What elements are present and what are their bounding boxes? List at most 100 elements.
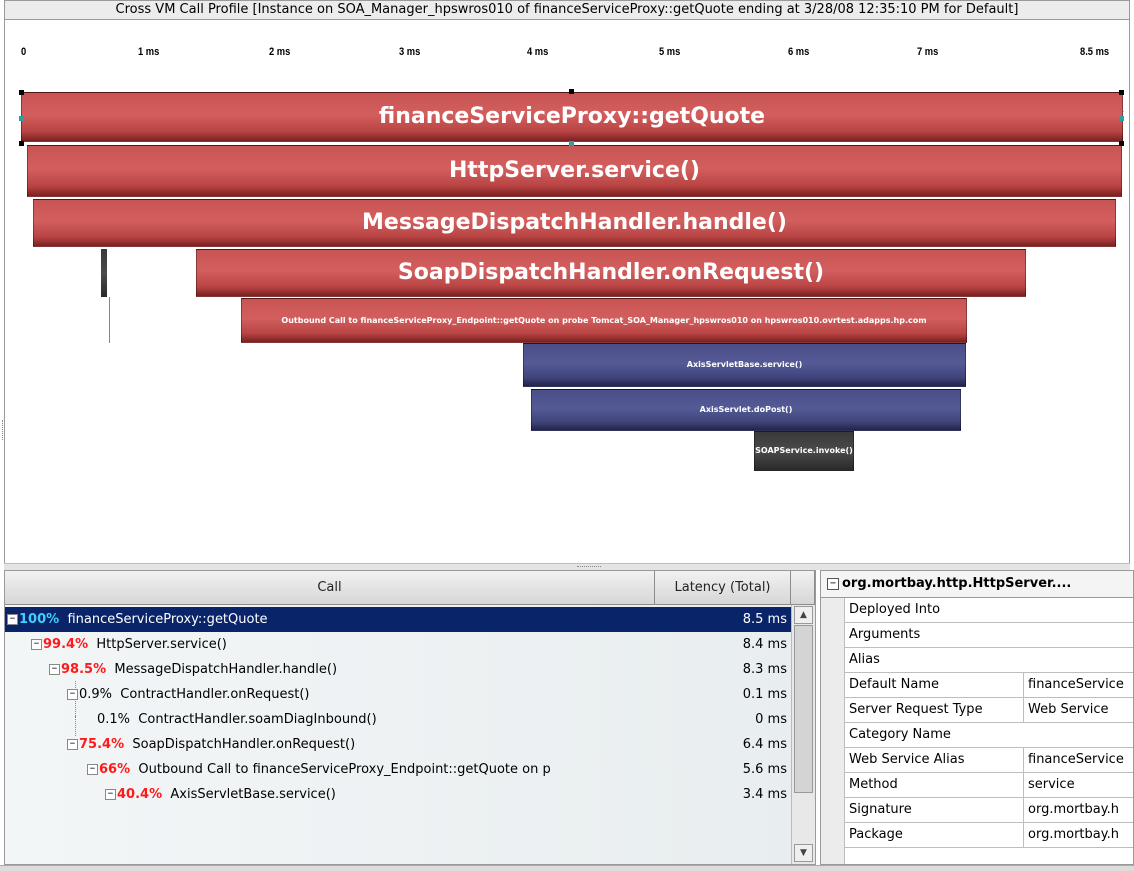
scroll-down-icon[interactable]: ▼ (794, 844, 813, 862)
call-percent: 98.5% (61, 662, 107, 677)
call-profile-graph[interactable]: 0 1 ms 2 ms 3 ms 4 ms 5 ms 6 ms 7 ms 8.5… (4, 20, 1130, 566)
profile-bar-axisservlet-dopost[interactable]: AxisServlet.doPost() (531, 389, 961, 431)
horizontal-splitter[interactable] (4, 563, 1130, 570)
properties-panel: − org.mortbay.http.HttpServer.... Deploye… (820, 570, 1134, 865)
property-row[interactable]: Arguments (845, 623, 1133, 648)
resize-handle[interactable] (1119, 116, 1124, 121)
window-title: Cross VM Call Profile [Instance on SOA_M… (4, 0, 1130, 20)
call-row[interactable]: −75.4% SoapDispatchHandler.onRequest() 6… (5, 732, 791, 757)
property-value: org.mortbay.h (1023, 798, 1133, 822)
properties-title: org.mortbay.http.HttpServer.... (842, 576, 1072, 591)
call-percent: 66% (99, 762, 131, 777)
call-latency: 0 ms (755, 712, 787, 727)
collapse-icon[interactable]: − (31, 639, 42, 650)
properties-header[interactable]: − org.mortbay.http.HttpServer.... (821, 571, 1133, 598)
property-row[interactable]: Method service (845, 773, 1133, 798)
resize-handle[interactable] (19, 141, 24, 146)
property-key: Deployed Into (849, 602, 941, 617)
property-row[interactable]: Alias (845, 648, 1133, 673)
property-row[interactable]: Web Service Alias financeService (845, 748, 1133, 773)
call-percent: 0.1% (97, 712, 131, 727)
call-row[interactable]: −0.9% ContractHandler.onRequest() 0.1 ms (5, 682, 791, 707)
scroll-up-icon[interactable]: ▲ (794, 606, 813, 624)
call-latency: 5.6 ms (742, 762, 787, 777)
collapse-icon[interactable]: − (67, 689, 78, 700)
property-value: org.mortbay.h (1023, 823, 1133, 847)
resize-handle[interactable] (569, 89, 574, 94)
call-row[interactable]: −98.5% MessageDispatchHandler.handle() 8… (5, 657, 791, 682)
call-latency: 6.4 ms (742, 737, 787, 752)
profile-bar-soapdispatch[interactable]: SoapDispatchHandler.onRequest() (196, 249, 1026, 297)
call-percent: 0.9% (79, 687, 113, 702)
profile-bar-httpserver[interactable]: HttpServer.service() (27, 145, 1122, 197)
call-row[interactable]: −100% financeServiceProxy::getQuote 8.5 … (5, 607, 791, 632)
call-name: HttpServer.service() (96, 637, 227, 652)
splitter-grip-vertical[interactable] (2, 420, 5, 440)
call-row[interactable]: −40.4% AxisServletBase.service() 3.4 ms (5, 782, 791, 807)
profile-bar-contracthandler-line (109, 297, 110, 343)
call-name: AxisServletBase.service() (170, 787, 336, 802)
call-percent: 100% (19, 612, 60, 627)
property-row[interactable]: Category Name (845, 723, 1133, 748)
property-row[interactable]: Deployed Into (845, 598, 1133, 623)
profile-bar-axisservletbase[interactable]: AxisServletBase.service() (523, 343, 966, 387)
call-latency: 8.5 ms (742, 612, 787, 627)
resize-handle[interactable] (19, 90, 24, 95)
collapse-icon[interactable]: − (67, 739, 78, 750)
call-name: SoapDispatchHandler.onRequest() (132, 737, 356, 752)
call-tree-table[interactable]: Call Latency (Total) −100% financeServic… (4, 570, 816, 865)
property-value: service (1023, 773, 1133, 797)
resize-handle[interactable] (1119, 90, 1124, 95)
collapse-icon[interactable]: − (105, 789, 116, 800)
property-key: Category Name (849, 727, 951, 742)
timeline-tick: 1 ms (138, 46, 160, 58)
profile-bar-contracthandler[interactable] (101, 249, 107, 297)
scroll-thumb[interactable] (794, 625, 813, 793)
property-row[interactable]: Default Name financeService (845, 673, 1133, 698)
call-latency: 8.4 ms (742, 637, 787, 652)
collapse-icon[interactable]: − (49, 664, 60, 675)
property-key: Server Request Type (849, 702, 983, 717)
property-key: Signature (849, 802, 912, 817)
properties-gutter (821, 598, 845, 864)
timeline-tick: 8.5 ms (1080, 46, 1110, 58)
timeline-tick: 6 ms (788, 46, 810, 58)
vertical-scrollbar[interactable]: ▲ ▼ (791, 605, 815, 864)
call-percent: 40.4% (117, 787, 163, 802)
splitter-grip (577, 566, 601, 568)
resize-handle[interactable] (569, 141, 574, 146)
profile-bar-outbound-call[interactable]: Outbound Call to financeServiceProxy_End… (241, 298, 967, 343)
property-key: Arguments (849, 627, 921, 642)
timeline-tick: 7 ms (917, 46, 939, 58)
timeline-tick: 4 ms (527, 46, 549, 58)
collapse-icon[interactable]: − (7, 614, 18, 625)
call-name: ContractHandler.soamDiagInbound() (138, 712, 377, 727)
collapse-icon[interactable]: − (827, 577, 839, 590)
call-latency: 8.3 ms (742, 662, 787, 677)
property-row[interactable]: Signature org.mortbay.h (845, 798, 1133, 823)
timeline-tick: 3 ms (399, 46, 421, 58)
call-name: ContractHandler.onRequest() (120, 687, 310, 702)
call-name: financeServiceProxy::getQuote (67, 612, 268, 627)
call-row[interactable]: −66% Outbound Call to financeServiceProx… (5, 757, 791, 782)
call-latency: 3.4 ms (742, 787, 787, 802)
resize-handle[interactable] (1119, 141, 1124, 146)
property-row[interactable]: Server Request Type Web Service (845, 698, 1133, 723)
timeline-tick: 5 ms (659, 46, 681, 58)
call-row[interactable]: −99.4% HttpServer.service() 8.4 ms (5, 632, 791, 657)
profile-bar-soapservice-invoke[interactable]: SOAPService.invoke() (754, 431, 854, 471)
property-row[interactable]: Package org.mortbay.h (845, 823, 1133, 848)
profile-bar-getquote[interactable]: financeServiceProxy::getQuote (21, 92, 1123, 142)
column-header-latency[interactable]: Latency (Total) (655, 571, 791, 605)
call-latency: 0.1 ms (742, 687, 787, 702)
call-row[interactable]: 0.1% ContractHandler.soamDiagInbound() 0… (5, 707, 791, 732)
property-value: financeService (1023, 673, 1133, 697)
profile-bar-messagedispatch[interactable]: MessageDispatchHandler.handle() (33, 199, 1116, 247)
collapse-icon[interactable]: − (87, 764, 98, 775)
property-key: Web Service Alias (849, 752, 965, 767)
property-value: financeService (1023, 748, 1133, 772)
property-key: Default Name (849, 677, 939, 692)
call-name: MessageDispatchHandler.handle() (114, 662, 338, 677)
resize-handle[interactable] (19, 116, 24, 121)
column-header-call[interactable]: Call (5, 571, 655, 605)
